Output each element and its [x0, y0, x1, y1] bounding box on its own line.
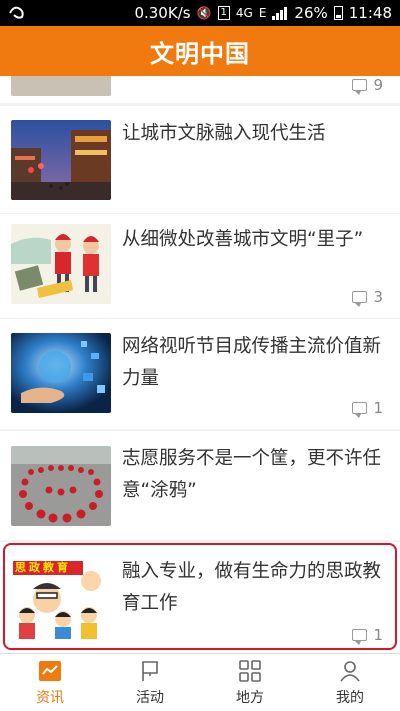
headline[interactable]: 网络视听节目成传播主流价值新力量	[122, 331, 382, 395]
notification-icon	[8, 3, 36, 23]
tab-activity[interactable]: 活动	[100, 654, 200, 711]
list-item[interactable]: 志愿服务不是一个筐，更不许任意“涂鸦”	[0, 431, 400, 540]
news-icon	[39, 660, 61, 681]
comment-count: 1	[352, 399, 383, 418]
tab-local[interactable]: 地方	[200, 654, 300, 711]
thumbnail-image	[11, 224, 111, 304]
thumbnail-image	[11, 120, 111, 200]
comment-count: 9	[352, 76, 383, 95]
network-type: 4G	[235, 6, 253, 20]
battery-percent: 26%	[294, 4, 328, 22]
status-bar: 0.30K/s 🔇 1 4G E 26% 11:48	[0, 0, 400, 26]
list-item[interactable]: 9	[0, 76, 400, 103]
headline[interactable]: 志愿服务不是一个筐，更不许任意“涂鸦”	[122, 443, 382, 507]
flag-icon	[142, 660, 158, 681]
headline[interactable]: 从细微处改善城市文明“里子”	[122, 224, 382, 256]
list-item[interactable]: 让城市文脉融入现代生活	[0, 106, 400, 213]
signal-label: E	[258, 6, 267, 20]
tab-news[interactable]: 资讯	[0, 654, 100, 711]
list-item[interactable]: 网络视听节目成传播主流价值新力量 1	[0, 319, 400, 429]
app-bar: 文明中国	[0, 26, 400, 76]
app-title: 文明中国	[150, 38, 250, 68]
headline[interactable]: 让城市文脉融入现代生活	[122, 118, 382, 150]
news-feed[interactable]: 9 让城市文脉融入现代生活 从细微处改善城市文明“里子” 3 网络视听节目成传播…	[0, 76, 400, 653]
grid-icon	[239, 659, 261, 682]
clock: 11:48	[348, 4, 392, 22]
selection-highlight	[3, 543, 397, 650]
comment-icon	[352, 402, 368, 418]
thumbnail-image	[11, 333, 111, 413]
mute-icon: 🔇	[196, 6, 212, 20]
comment-icon	[352, 79, 368, 95]
list-item[interactable]: 从细微处改善城市文明“里子” 3	[0, 214, 400, 318]
battery-icon	[333, 6, 343, 20]
comment-count: 3	[352, 288, 383, 307]
thumbnail-image	[11, 446, 111, 526]
network-speed: 0.30K/s	[134, 4, 191, 22]
signal-icon	[272, 6, 288, 20]
sim-indicator: 1	[217, 6, 230, 20]
user-icon	[340, 660, 360, 681]
comment-icon	[352, 291, 368, 307]
tab-mine[interactable]: 我的	[300, 654, 400, 711]
thumbnail-image	[11, 76, 111, 96]
bottom-tab-bar: 资讯 活动 地方 我的	[0, 653, 400, 711]
